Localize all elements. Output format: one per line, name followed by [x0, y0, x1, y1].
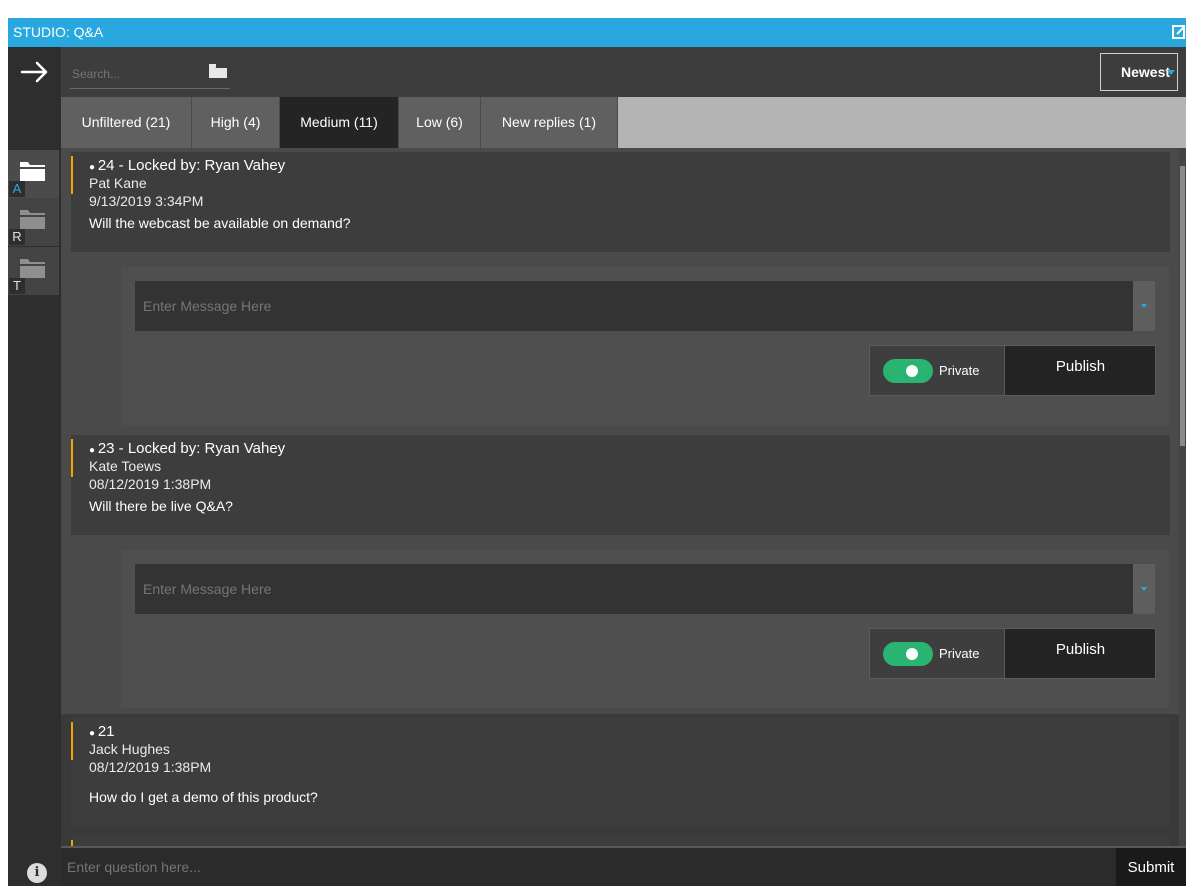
reply-panel: Private Publish — [121, 550, 1169, 708]
tab-new-replies[interactable]: New replies (1) — [481, 97, 618, 148]
nav-item-r[interactable]: R — [8, 198, 59, 246]
toolbar: Newest — [8, 47, 1186, 97]
popout-icon[interactable] — [1172, 23, 1186, 41]
nav-item-t[interactable]: T — [8, 247, 59, 295]
publish-button[interactable]: Publish — [1006, 629, 1155, 678]
tab-medium[interactable]: Medium (11) — [280, 97, 399, 148]
tab-low[interactable]: Low (6) — [399, 97, 481, 148]
priority-marker — [71, 439, 73, 477]
nav-letter: T — [9, 278, 25, 294]
question-date: 9/13/2019 3:34PM — [89, 193, 204, 209]
question-id: ● 24 - Locked by: Ryan Vahey — [89, 157, 286, 174]
reply-template-dropdown[interactable] — [1133, 564, 1155, 614]
sort-label: Newest — [1121, 64, 1171, 80]
chevron-down-icon — [1141, 587, 1147, 591]
reply-template-dropdown[interactable] — [1133, 281, 1155, 331]
question-card[interactable]: ● 24 - Locked by: Ryan Vahey Pat Kane 9/… — [71, 152, 1170, 252]
question-date: 08/12/2019 1:38PM — [89, 759, 212, 775]
question-card[interactable]: ● 21 Jack Hughes 08/12/2019 1:38PM How d… — [71, 718, 1170, 826]
question-card-partial[interactable] — [71, 836, 1170, 846]
question-author: Pat Kane — [89, 175, 147, 191]
question-date: 08/12/2019 1:38PM — [89, 476, 212, 492]
question-list: ● 24 - Locked by: Ryan Vahey Pat Kane 9/… — [61, 148, 1186, 846]
sort-dropdown[interactable]: Newest — [1100, 53, 1178, 91]
window-title: STUDIO: Q&A — [13, 24, 104, 40]
nav-letter: R — [9, 229, 25, 245]
reply-panel: Private Publish — [121, 267, 1169, 425]
reply-message-input[interactable] — [135, 564, 1155, 614]
left-nav: A R T i — [8, 97, 61, 886]
question-text: Will the webcast be available on demand? — [89, 215, 351, 231]
info-icon[interactable]: i — [27, 863, 47, 883]
ask-question-bar: Submit — [61, 846, 1186, 886]
question-id: ● 23 - Locked by: Ryan Vahey — [89, 440, 286, 457]
question-card[interactable]: ● 23 - Locked by: Ryan Vahey Kate Toews … — [71, 435, 1170, 535]
question-group: ● 23 - Locked by: Ryan Vahey Kate Toews … — [61, 431, 1181, 714]
nav-item-a[interactable]: A — [8, 150, 59, 198]
question-id: ● 21 — [89, 723, 115, 740]
question-text: How do I get a demo of this product? — [89, 789, 318, 805]
toggle-knob — [906, 365, 918, 377]
private-toggle[interactable] — [883, 359, 933, 383]
collapse-button[interactable] — [8, 47, 61, 97]
question-author: Jack Hughes — [89, 741, 170, 757]
reply-message-input[interactable] — [135, 281, 1155, 331]
search-input[interactable] — [70, 59, 230, 89]
filter-tabs: Unfiltered (21) High (4) Medium (11) Low… — [61, 97, 1186, 148]
scrollbar[interactable] — [1179, 148, 1186, 846]
scrollbar-thumb[interactable] — [1180, 166, 1185, 446]
submit-button[interactable]: Submit — [1116, 848, 1186, 886]
title-bar: STUDIO: Q&A — [8, 18, 1186, 47]
reply-actions: Private Publish — [869, 628, 1156, 679]
private-toggle-group: Private — [870, 629, 1005, 678]
priority-marker — [71, 156, 73, 194]
nav-letter: A — [9, 181, 25, 197]
priority-marker — [71, 722, 73, 760]
question-text: Will there be live Q&A? — [89, 498, 233, 514]
left-edge — [0, 18, 8, 886]
private-label: Private — [939, 646, 980, 661]
private-label: Private — [939, 363, 980, 378]
arrow-right-icon — [20, 61, 48, 83]
chevron-down-icon — [1141, 304, 1147, 308]
publish-button[interactable]: Publish — [1006, 346, 1155, 395]
question-author: Kate Toews — [89, 458, 162, 474]
tab-high[interactable]: High (4) — [192, 97, 280, 148]
question-group: ● 24 - Locked by: Ryan Vahey Pat Kane 9/… — [61, 148, 1181, 431]
reply-actions: Private Publish — [869, 345, 1156, 396]
toggle-knob — [906, 648, 918, 660]
question-input[interactable] — [67, 848, 1107, 886]
tab-unfiltered[interactable]: Unfiltered (21) — [61, 97, 192, 148]
private-toggle-group: Private — [870, 346, 1005, 395]
chevron-down-icon — [1167, 70, 1175, 75]
private-toggle[interactable] — [883, 642, 933, 666]
folder-icon[interactable] — [208, 61, 228, 81]
